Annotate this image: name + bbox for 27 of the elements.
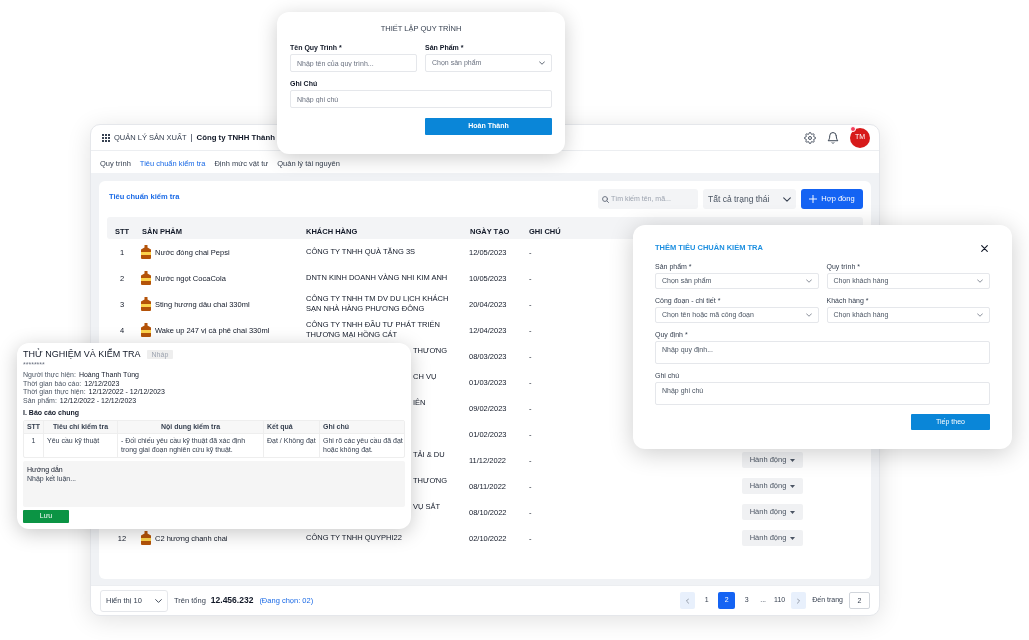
total-count: 12.456.232 (210, 594, 254, 607)
bell-icon[interactable] (827, 131, 839, 144)
chevron-down-icon (977, 279, 983, 283)
chevron-down-icon (539, 61, 545, 65)
bottle-icon (141, 531, 151, 545)
caret-down-icon (790, 484, 796, 488)
settings-icon[interactable] (804, 131, 816, 144)
caret-down-icon (790, 536, 796, 540)
bottle-icon (141, 245, 151, 259)
chevron-down-icon (155, 598, 162, 603)
chevron-left-icon (686, 597, 690, 604)
status-filter-select[interactable]: Tất cả trạng thái (703, 189, 796, 209)
report-title: THỬ NGHIỆM VÀ KIỂM TRA (23, 349, 141, 360)
chevron-down-icon (805, 313, 812, 317)
chevron-down-icon (805, 279, 812, 283)
menu-grid-icon[interactable] (102, 133, 110, 142)
caret-down-icon (790, 510, 796, 514)
bottle-icon (141, 297, 151, 311)
caret-down-icon (790, 458, 796, 462)
bottle-icon (141, 271, 151, 285)
close-icon[interactable] (981, 244, 988, 252)
chevron-down-icon (977, 313, 983, 317)
bottle-icon (141, 323, 151, 337)
plus-icon (809, 195, 818, 203)
search-icon (602, 195, 609, 203)
chevron-down-icon (783, 196, 791, 202)
chevron-right-icon (797, 597, 801, 604)
